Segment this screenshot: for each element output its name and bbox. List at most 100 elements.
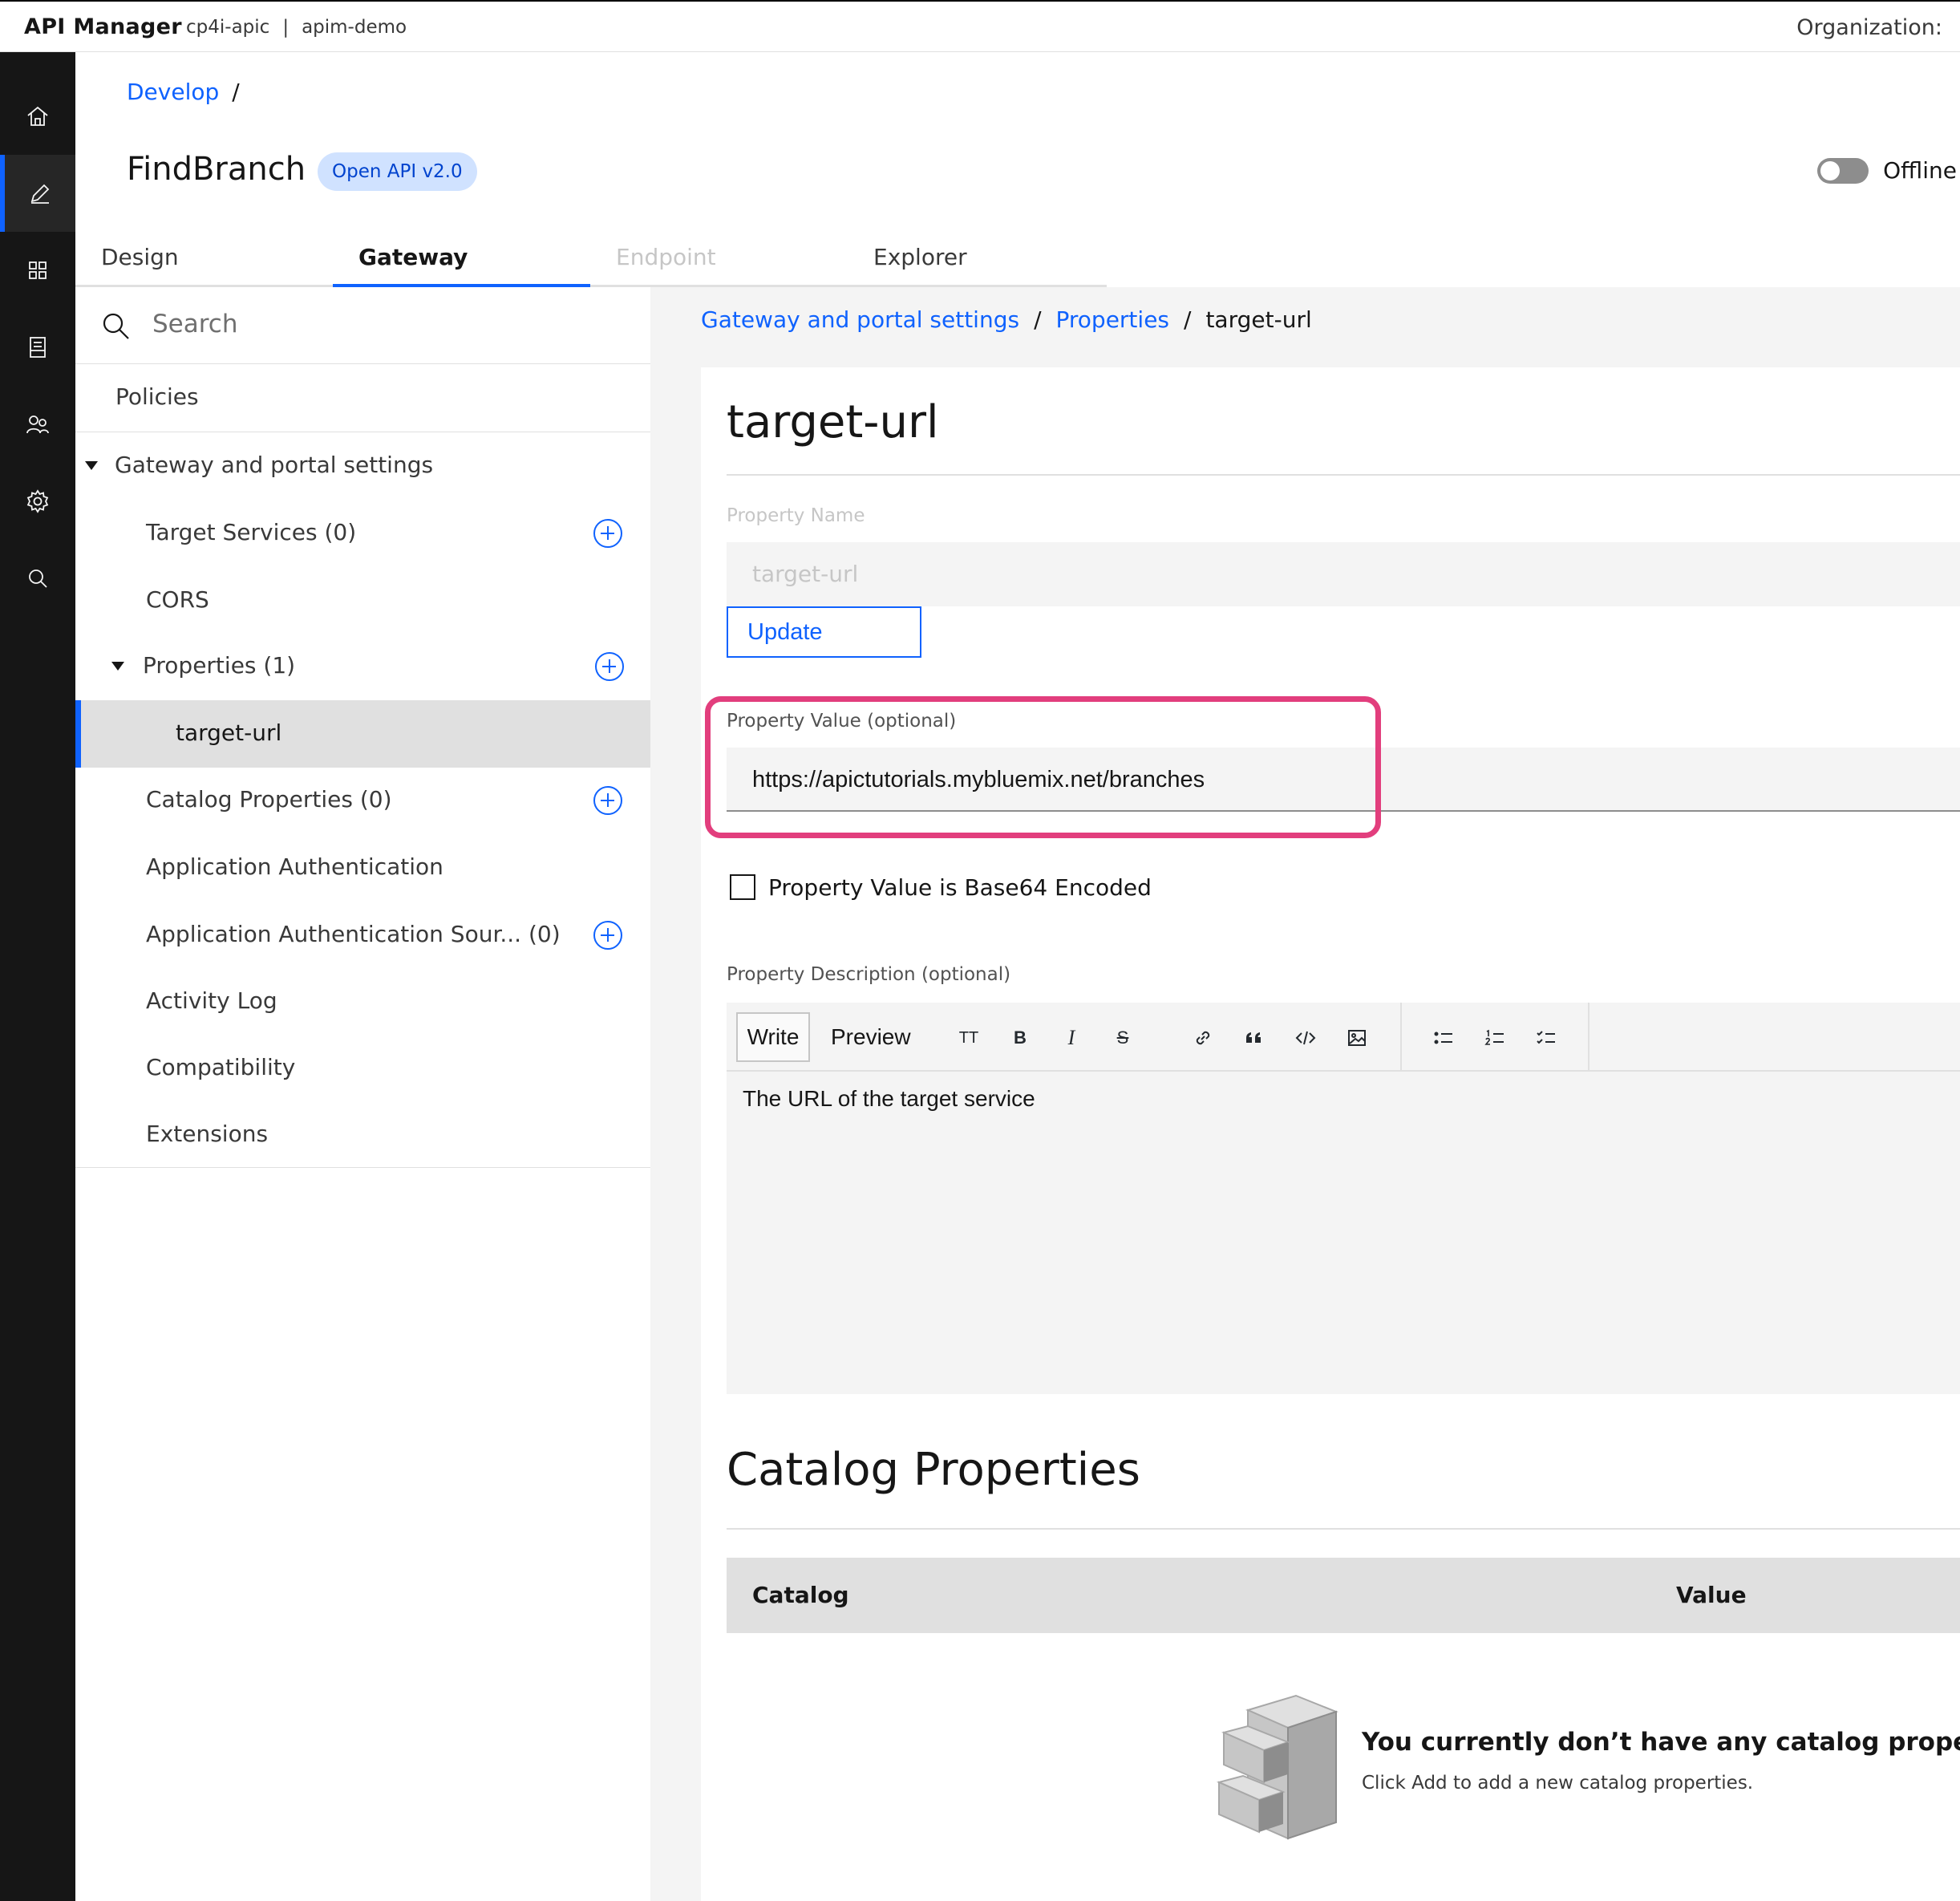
editor-toolbar: Write Preview TT B I S [727,1003,1960,1072]
catalog-divider [727,1528,1960,1530]
app-brand[interactable]: API Manager [24,14,182,39]
property-name-label: Property Name [727,505,865,526]
heading-tool[interactable]: TT [956,1025,982,1051]
quote-icon[interactable] [1241,1025,1267,1051]
tab-endpoint: Endpoint [616,244,716,270]
toolbar-separator [1588,1003,1589,1072]
offline-toggle[interactable]: Offline [1817,157,1957,184]
base64-checkbox[interactable] [730,874,755,900]
bullet-list-icon[interactable] [1431,1025,1456,1051]
tree-item-compatibility[interactable]: Compatibility [75,1035,650,1102]
tab-gateway[interactable]: Gateway [333,234,590,287]
tree-item-label: Properties (1) [143,652,296,679]
settings-icon[interactable] [0,463,75,540]
tree-item-activity-log[interactable]: Activity Log [75,968,650,1036]
tree-search[interactable]: Search [75,287,650,364]
search-icon[interactable] [0,540,75,617]
preview-tab[interactable]: Preview [831,1014,911,1060]
italic-tool[interactable]: I [1059,1025,1084,1051]
catalog-table-header: Catalog Value [727,1558,1960,1633]
page-title: FindBranch [127,151,306,188]
tree-item-extensions[interactable]: Extensions [75,1101,650,1169]
title-divider [727,474,1960,476]
tree-item-label: Policies [115,383,199,410]
tree-item-policies[interactable]: Policies [75,364,650,432]
breadcrumb-current: target-url [1205,306,1312,333]
empty-state-drawers-icon [1216,1694,1338,1840]
apps-icon[interactable] [0,232,75,309]
top-header: API Manager cp4i-apic | apim-demo Organiza… [0,0,1960,52]
tree-item-gateway-portal-settings[interactable]: Gateway and portal settings [75,432,650,500]
add-auth-source-icon[interactable] [593,921,622,950]
detail-breadcrumb: Gateway and portal settings / Properties / t… [701,306,1312,333]
code-icon[interactable] [1293,1025,1318,1051]
add-property-icon[interactable] [595,652,624,681]
tree-item-label: CORS [146,586,209,613]
breadcrumb-separator: / [232,79,240,105]
edit-icon[interactable] [0,155,75,232]
tree-item-label: Catalog Properties (0) [146,786,392,813]
catalog-icon[interactable] [0,309,75,386]
api-tabs: Design Gateway Endpoint Explorer [75,234,1107,287]
search-input[interactable]: Search [152,310,238,338]
tree-item-cors[interactable]: CORS [75,567,650,634]
tree-item-label: target-url [176,719,282,746]
base64-checkbox-label[interactable]: Property Value is Base64 Encoded [768,874,1152,901]
tree-item-label: Application Authentication Sour... (0) [146,921,561,947]
description-text[interactable]: The URL of the target service [743,1086,1035,1112]
write-tab[interactable]: Write [736,1012,810,1062]
tree-item-label: Gateway and portal settings [115,452,434,478]
tree-item-label: Target Services (0) [146,519,357,545]
toolbar-separator [1400,1003,1402,1072]
tree-item-application-authentication-source[interactable]: Application Authentication Sour... (0) [75,902,650,969]
organization-selector[interactable]: Organization: [1796,15,1942,40]
breadcrumb-develop-link[interactable]: Develop [127,79,219,105]
tree-item-label: Extensions [146,1121,269,1147]
breadcrumb-properties-link[interactable]: Properties [1056,306,1170,333]
tree-item-catalog-properties[interactable]: Catalog Properties (0) [75,767,650,834]
highlight-box [705,696,1381,838]
caret-down-icon[interactable] [85,461,98,470]
offline-switch[interactable] [1817,157,1869,184]
property-name-field: target-url [727,542,1960,606]
task-list-icon[interactable] [1533,1025,1559,1051]
nav-rail [0,52,75,1901]
breadcrumb-gateway-settings-link[interactable]: Gateway and portal settings [701,306,1019,333]
add-catalog-property-icon[interactable] [593,786,622,815]
tree-item-label: Application Authentication [146,853,443,880]
column-header-catalog[interactable]: Catalog [752,1582,849,1608]
home-icon[interactable] [0,78,75,155]
search-icon [103,313,129,339]
context-instance: apim-demo [302,17,407,38]
image-icon[interactable] [1344,1025,1370,1051]
breadcrumb-separator: / [1034,306,1042,333]
context-cluster: cp4i-apic [186,17,270,38]
members-icon[interactable] [0,386,75,463]
markdown-editor: Write Preview TT B I S The URL of the ta… [727,1003,1960,1394]
column-header-value[interactable]: Value [1676,1582,1747,1608]
catalog-properties-heading: Catalog Properties [727,1444,1140,1496]
caret-down-icon[interactable] [111,662,124,671]
tab-explorer[interactable]: Explorer [848,234,1105,285]
tab-design[interactable]: Design [75,234,333,285]
tree-item-label: Compatibility [146,1054,296,1080]
property-description-label: Property Description (optional) [727,964,1011,985]
breadcrumb: Develop / [127,79,240,105]
strikethrough-tool[interactable]: S [1110,1025,1136,1051]
bold-tool[interactable]: B [1007,1025,1033,1051]
context-path: cp4i-apic | apim-demo [186,17,407,38]
tree-item-target-services[interactable]: Target Services (0) [75,500,650,567]
empty-state-title: You currently don’t have any catalog pro… [1362,1728,1960,1757]
empty-state-subtitle: Click Add to add a new catalog propertie… [1362,1773,1754,1794]
link-icon[interactable] [1190,1025,1216,1051]
offline-label: Offline [1883,157,1957,184]
tree-divider [75,1167,650,1168]
update-button[interactable]: Update [727,606,921,658]
tree-item-target-url[interactable]: target-url [75,700,650,768]
add-target-service-icon[interactable] [593,519,622,548]
tree-item-properties[interactable]: Properties (1) [75,633,650,700]
tree-item-application-authentication[interactable]: Application Authentication [75,834,650,902]
numbered-list-icon[interactable] [1482,1025,1508,1051]
api-version-tag: Open API v2.0 [318,152,477,191]
gateway-nav-tree: Search Policies Gateway and portal setti… [75,287,650,1901]
